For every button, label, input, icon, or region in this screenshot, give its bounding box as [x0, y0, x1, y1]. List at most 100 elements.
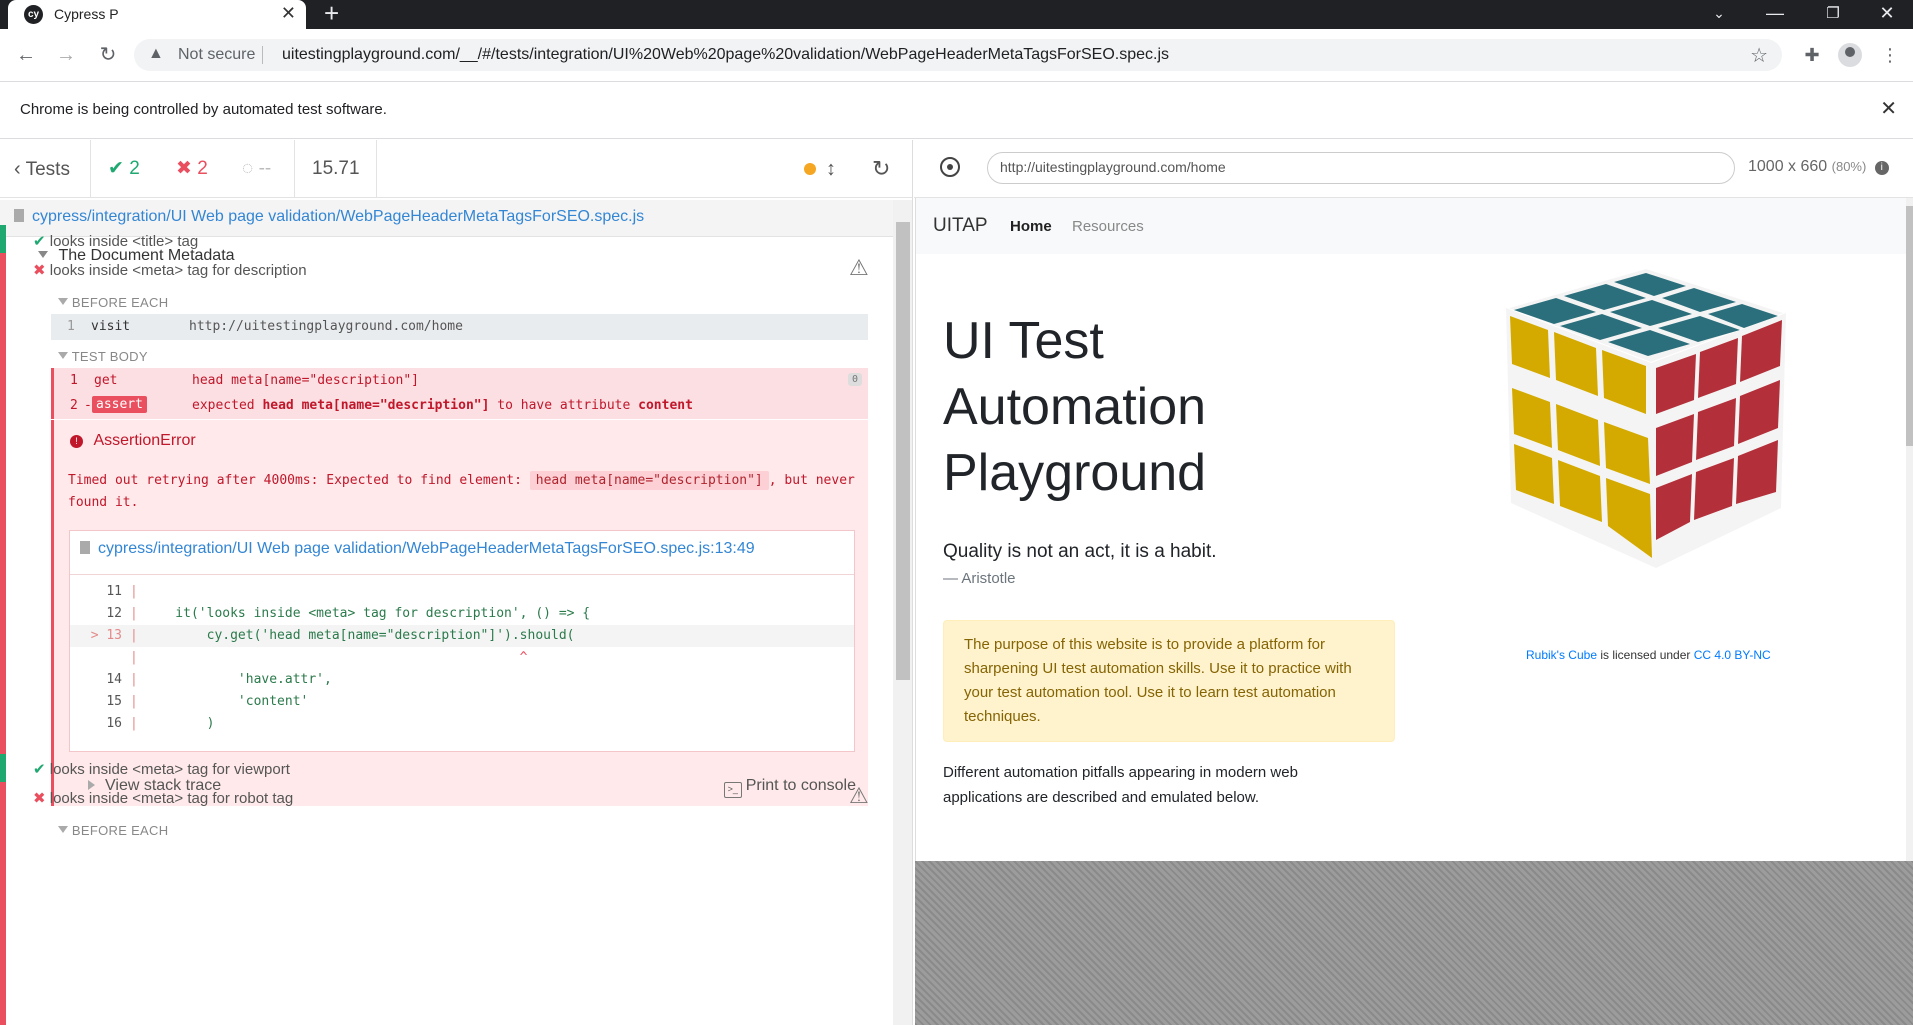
code-line-source: cy.get('head meta[name="description"]').… — [144, 628, 575, 643]
rubiks-cube-link[interactable]: Rubik's Cube — [1526, 648, 1597, 662]
window-close-icon[interactable]: ✕ — [1864, 0, 1910, 29]
selector-playground-crosshair-icon[interactable] — [940, 157, 960, 177]
pending-stat: ◌ -- — [242, 140, 271, 198]
address-url[interactable]: uitestingplayground.com/__/#/tests/integ… — [282, 46, 1169, 64]
passed-stat: ✔ 2 — [108, 140, 140, 198]
code-line-source: ) — [144, 716, 215, 731]
reporter-scrollbar[interactable] — [893, 200, 912, 1025]
browser-menu-icon[interactable]: ⋮ — [1880, 39, 1900, 71]
cypress-reporter: ‹ Tests ✔ 2 ✖ 2 ◌ -- 15.71 ↕ ↻ cypress/i… — [0, 140, 913, 1025]
code-line-source: ^ — [144, 650, 528, 665]
reporter-scrollbar-thumb[interactable] — [896, 222, 910, 680]
nav-home-link[interactable]: Home — [1010, 218, 1052, 235]
infobar-close-icon[interactable]: ✕ — [1880, 96, 1897, 121]
command-get[interactable]: 1 get head meta[name="description"] 0 — [51, 368, 868, 394]
code-line: 11 | — [70, 581, 854, 603]
new-tab-plus-icon[interactable]: + — [324, 0, 339, 29]
warning-triangle-icon: ⚠ — [849, 783, 869, 808]
tests-back-button[interactable]: ‹ Tests — [14, 140, 70, 198]
code-line-number: 12 — [106, 606, 122, 621]
file-icon — [80, 541, 90, 554]
code-gutter-bar: | — [130, 694, 138, 709]
bookmark-star-icon[interactable]: ☆ — [1750, 43, 1768, 68]
pending-circle-icon: ◌ — [242, 158, 254, 179]
caret-down-icon — [38, 251, 48, 258]
code-line: > 13 | cy.get('head meta[name="descriptio… — [70, 625, 854, 647]
before-each-hook[interactable]: BEFORE EACH — [58, 295, 168, 310]
assert-message: expected head meta[name="description"] t… — [192, 398, 693, 413]
test-item[interactable]: ✖ looks inside <meta> tag for robot tag — [33, 789, 293, 807]
back-arrow-icon[interactable]: ← — [10, 39, 42, 71]
spec-path: cypress/integration/UI Web page validati… — [32, 208, 645, 225]
quote-author: — Aristotle — [943, 570, 1016, 587]
forward-arrow-icon[interactable]: → — [50, 39, 82, 71]
aut-url-bar[interactable]: http://uitestingplayground.com/home — [987, 152, 1735, 184]
test-title: looks inside <meta> tag for robot tag — [49, 790, 294, 807]
elements-count-badge: 0 — [847, 373, 862, 386]
extensions-puzzle-icon[interactable]: ✚ — [1796, 39, 1828, 71]
command-number: 1 — [67, 319, 75, 334]
command-number: 2 — [70, 398, 78, 413]
print-to-console-button[interactable]: >_ Print to console — [723, 777, 856, 798]
code-gutter-bar: | — [130, 628, 138, 643]
restore-icon[interactable]: ❐ — [1810, 0, 1856, 29]
test-item[interactable]: ✖ looks inside <meta> tag for descriptio… — [33, 261, 307, 279]
before-each-hook[interactable]: BEFORE EACH — [58, 823, 168, 838]
command-message: head meta[name="description"] — [192, 373, 419, 388]
hook-label: BEFORE EACH — [71, 823, 169, 838]
nav-resources-link[interactable]: Resources — [1072, 218, 1144, 235]
command-number: 1 — [70, 373, 78, 388]
profile-avatar-icon[interactable] — [1838, 43, 1862, 67]
tab-close-icon[interactable]: ✕ — [281, 3, 296, 24]
file-icon — [14, 209, 24, 222]
site-brand[interactable]: UITAP — [933, 215, 988, 237]
omnibox-divider — [262, 46, 263, 64]
reporter-header: ‹ Tests ✔ 2 ✖ 2 ◌ -- 15.71 ↕ ↻ — [0, 140, 912, 198]
command-assert[interactable]: 2 - assert expected head meta[name="desc… — [51, 393, 868, 419]
info-icon[interactable]: i — [1874, 161, 1889, 175]
chevron-left-icon: ‹ — [14, 158, 21, 180]
print-label: Print to console — [745, 777, 856, 794]
spec-file-link[interactable]: cypress/integration/UI Web page validati… — [14, 208, 644, 226]
command-name: get — [94, 373, 118, 388]
error-circle-icon: ! — [70, 435, 83, 448]
site-navbar: UITAP Home Resources — [916, 198, 1906, 254]
code-gutter-bar: | — [130, 716, 138, 731]
tab-search-chevron-icon[interactable]: ⌄ — [1696, 0, 1742, 29]
aut-background-pattern — [915, 861, 1913, 1025]
automation-infobar: Chrome is being controlled by automated … — [0, 81, 1913, 139]
assert-badge: assert — [92, 396, 147, 413]
hook-label: TEST BODY — [71, 349, 148, 364]
code-line: 14 | 'have.attr', — [70, 669, 854, 691]
rerun-icon[interactable]: ↻ — [872, 140, 890, 198]
failed-stat: ✖ 2 — [176, 140, 208, 198]
auto-scroll-toggle-icon[interactable]: ↕ — [826, 140, 836, 198]
aut-scrollbar-thumb[interactable] — [1906, 206, 1913, 446]
test-item[interactable]: ✔ looks inside <meta> tag for viewport — [33, 760, 290, 778]
minimize-icon[interactable]: — — [1752, 0, 1798, 29]
cypress-favicon-icon: cy — [24, 5, 43, 24]
browser-tab[interactable]: cy Cypress P ✕ — [8, 0, 306, 29]
test-item[interactable]: ✔ looks inside <title> tag — [33, 232, 198, 250]
passed-count: 2 — [129, 158, 140, 179]
code-line-number: 14 — [106, 672, 122, 687]
address-bar[interactable]: ▲ Not secure uitestingplayground.com/__/… — [134, 39, 1782, 71]
license-link[interactable]: CC 4.0 BY-NC — [1694, 648, 1771, 662]
assert-mid: to have attribute — [497, 398, 631, 413]
aut-scrollbar[interactable] — [1906, 198, 1913, 861]
test-title: looks inside <title> tag — [49, 233, 199, 250]
suite-status-stripe — [0, 237, 6, 1025]
viewport-size: 1000 x 660 (80%) i — [1748, 158, 1889, 176]
x-mark-icon: ✖ — [33, 790, 46, 807]
code-line-source: 'have.attr', — [144, 672, 332, 687]
checkmark-icon: ✔ — [33, 761, 46, 778]
header-divider — [90, 140, 91, 198]
warning-triangle-icon: ▲ — [148, 45, 164, 62]
code-frame-file-link[interactable]: cypress/integration/UI Web page validati… — [80, 540, 755, 558]
rubiks-cube-image — [1502, 268, 1790, 568]
command-visit[interactable]: 1 visit http://uitestingplayground.com/h… — [51, 314, 868, 340]
test-body-hook[interactable]: TEST BODY — [58, 349, 148, 364]
reload-icon[interactable]: ↻ — [92, 39, 124, 71]
code-line-number: 16 — [106, 716, 122, 731]
code-line: 12 | it('looks inside <meta> tag for desc… — [70, 603, 854, 625]
